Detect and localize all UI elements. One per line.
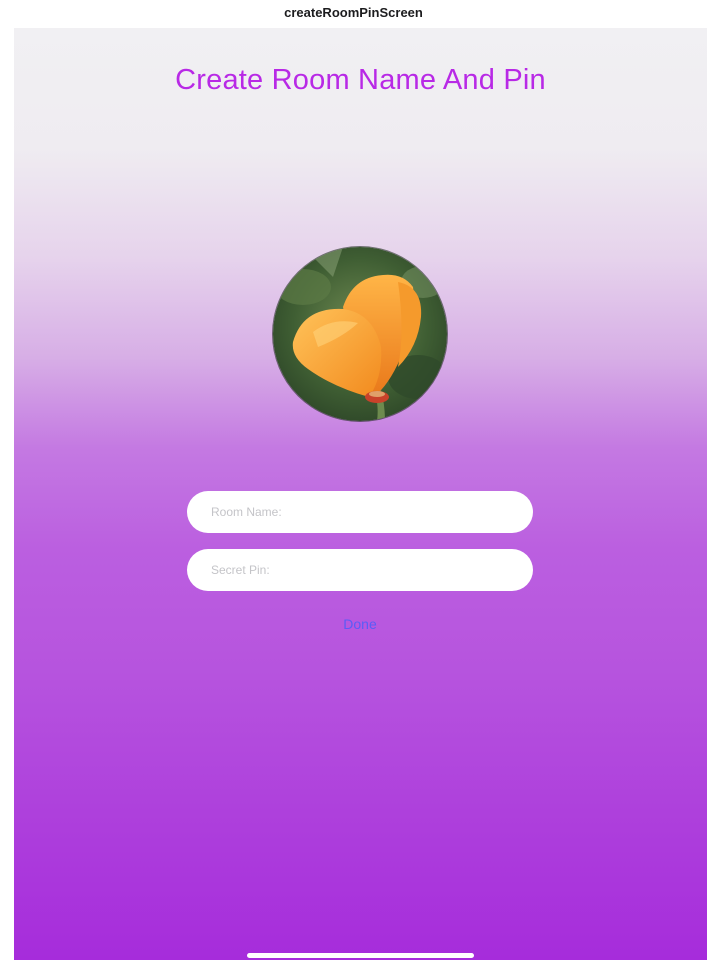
secret-pin-input[interactable] [187,549,533,591]
poppy-flower-icon [273,247,447,421]
done-button[interactable]: Done [310,612,410,636]
room-avatar[interactable] [273,247,447,421]
create-room-screen: Create Room Name And Pin Room Name: Done [14,28,707,960]
room-name-input[interactable] [187,491,533,533]
window-title: createRoomPinScreen [0,0,707,28]
page-title: Create Room Name And Pin [175,64,546,96]
home-indicator [247,953,474,958]
